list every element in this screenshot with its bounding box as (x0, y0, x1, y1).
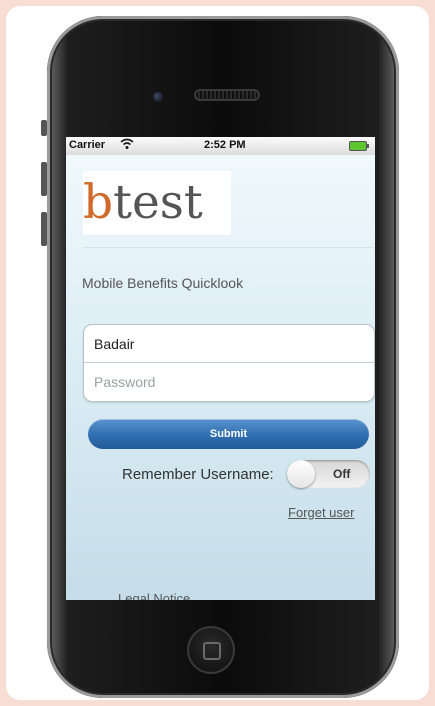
submit-button[interactable]: Submit (88, 419, 369, 449)
forget-user-link[interactable]: Forget user (288, 505, 354, 520)
phone-screen: Carrier 2:52 PM btest Mobile Benefits Qu… (66, 137, 375, 600)
wifi-icon (120, 138, 134, 153)
carrier-label: Carrier (69, 139, 106, 151)
remember-username-label: Remember Username: (122, 466, 274, 483)
battery-icon (349, 141, 369, 151)
mute-switch (41, 120, 47, 136)
login-form (83, 324, 375, 402)
logo-rest: test (113, 175, 203, 230)
remember-username-toggle[interactable]: Off (287, 460, 370, 488)
camera-icon (153, 92, 163, 102)
home-button[interactable] (187, 626, 235, 674)
username-input[interactable] (84, 325, 374, 363)
speaker-grille (194, 89, 260, 101)
password-input[interactable] (84, 363, 374, 400)
divider (83, 247, 373, 248)
toggle-knob (287, 460, 315, 488)
logo: btest (83, 171, 231, 235)
status-bar: Carrier 2:52 PM (66, 137, 375, 155)
legal-notice-link[interactable]: Legal Notice (118, 591, 190, 600)
toggle-state: Off (333, 467, 351, 481)
logo-text: btest (83, 171, 203, 235)
status-time: 2:52 PM (204, 139, 246, 151)
volume-down-button (41, 212, 47, 246)
volume-up-button (41, 162, 47, 196)
logo-b: b (83, 175, 114, 230)
iphone-frame: Carrier 2:52 PM btest Mobile Benefits Qu… (41, 16, 399, 698)
page-subtitle: Mobile Benefits Quicklook (82, 275, 244, 291)
